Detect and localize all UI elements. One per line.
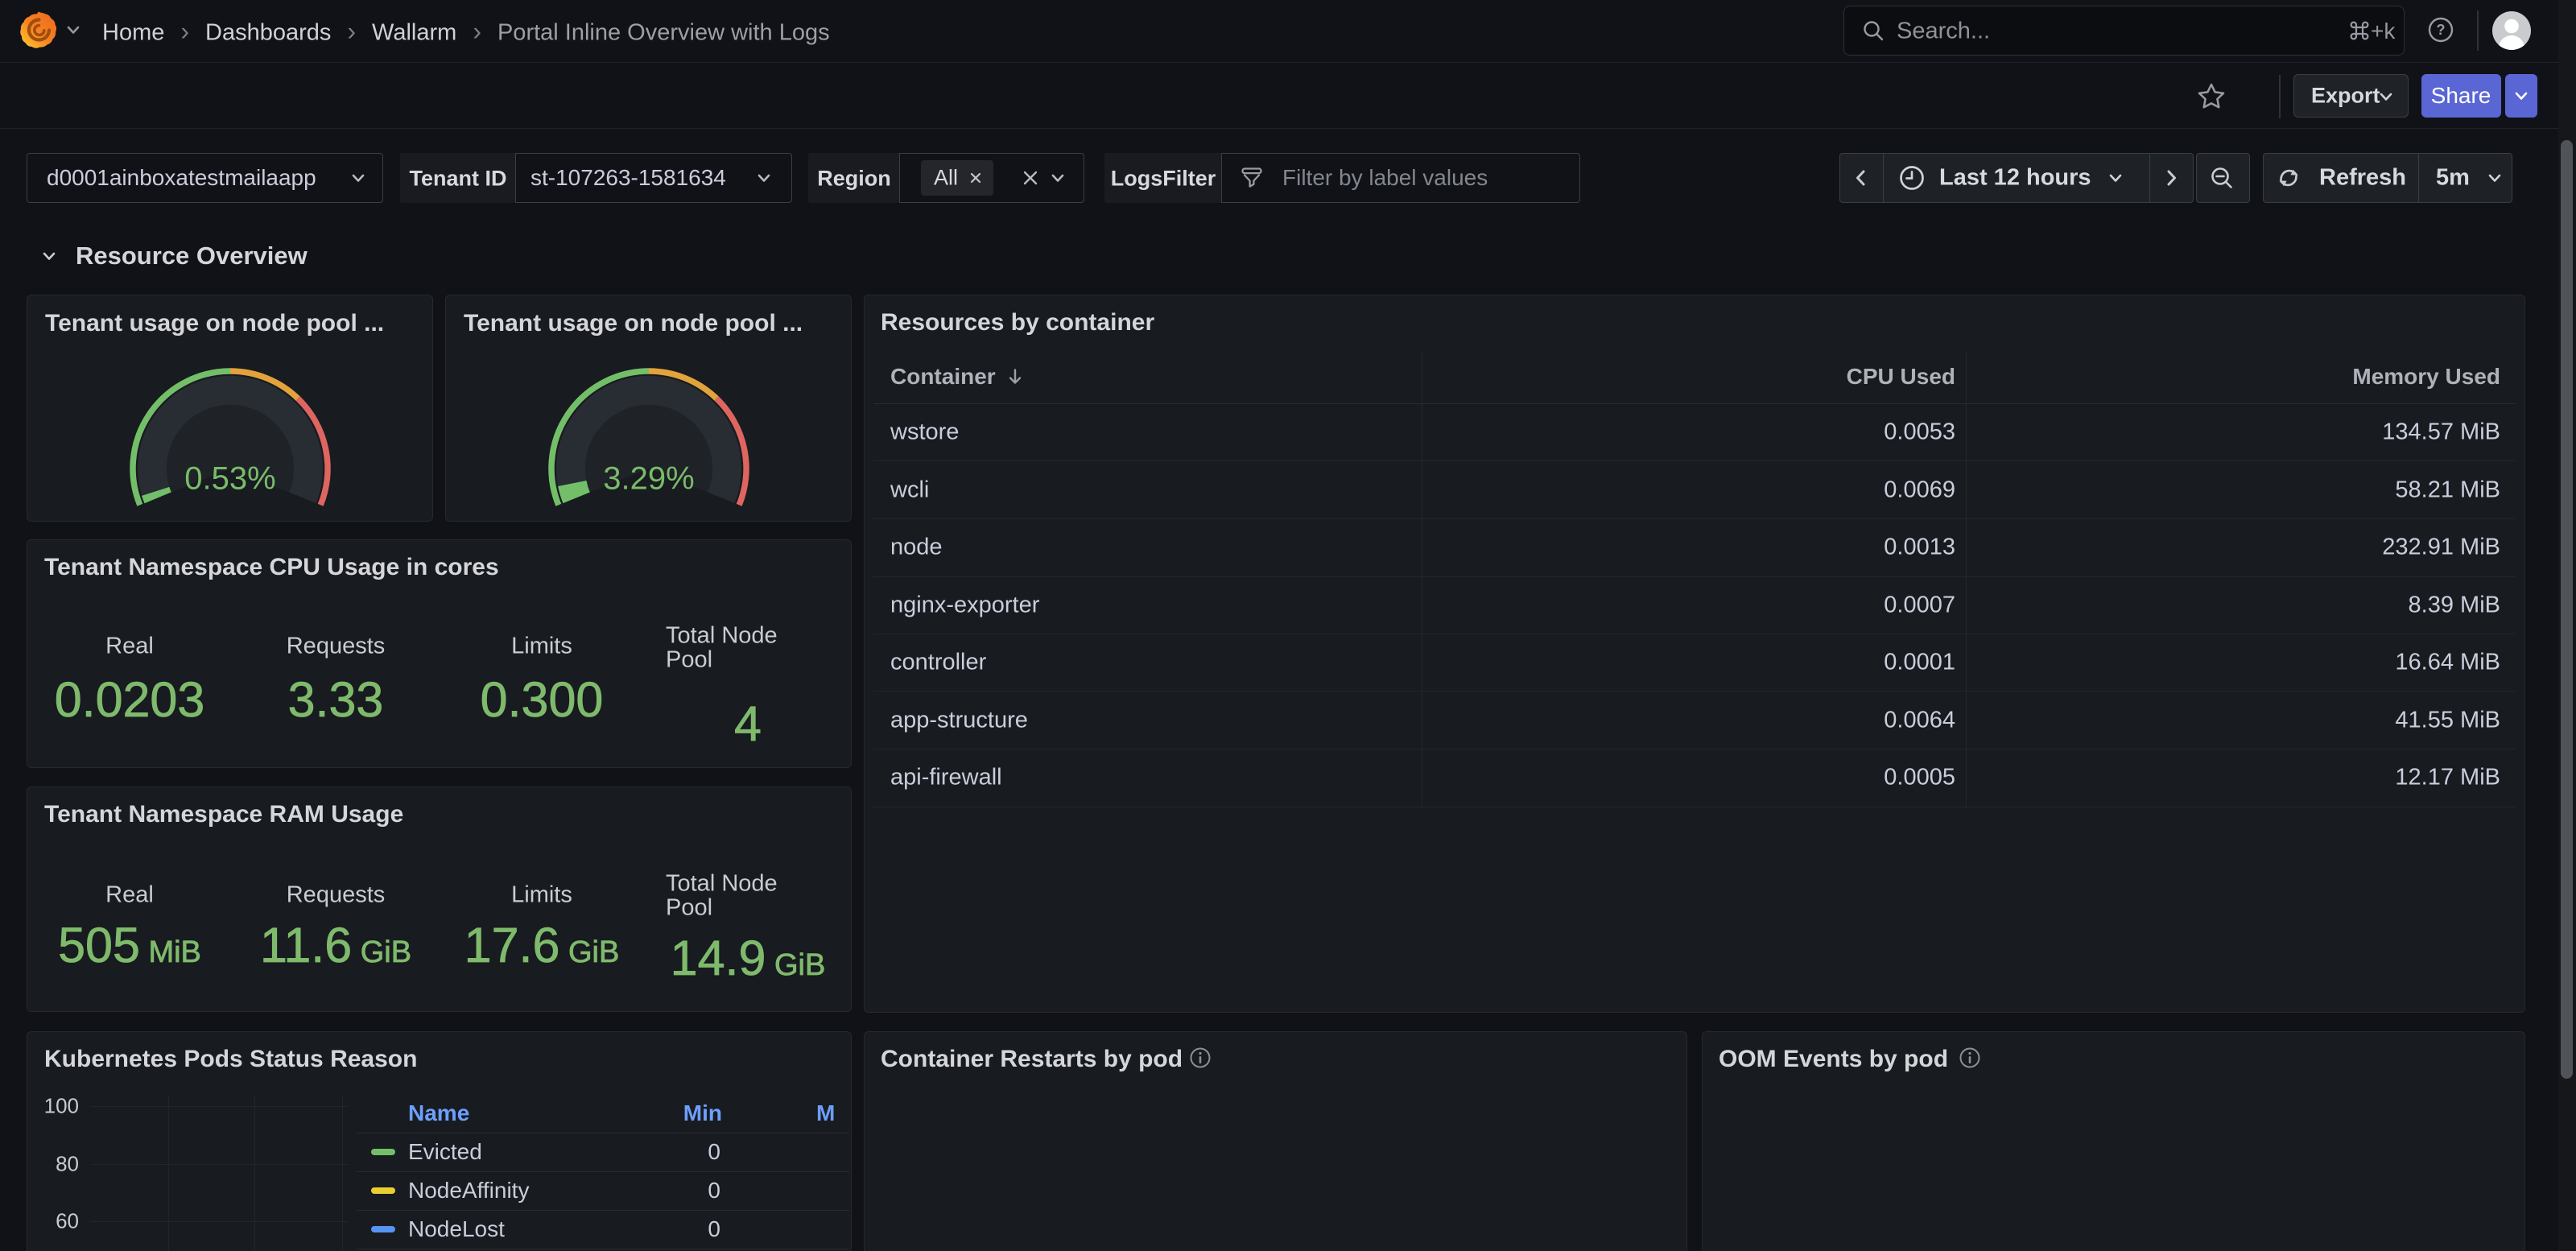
svg-text:?: ? bbox=[2437, 22, 2446, 38]
